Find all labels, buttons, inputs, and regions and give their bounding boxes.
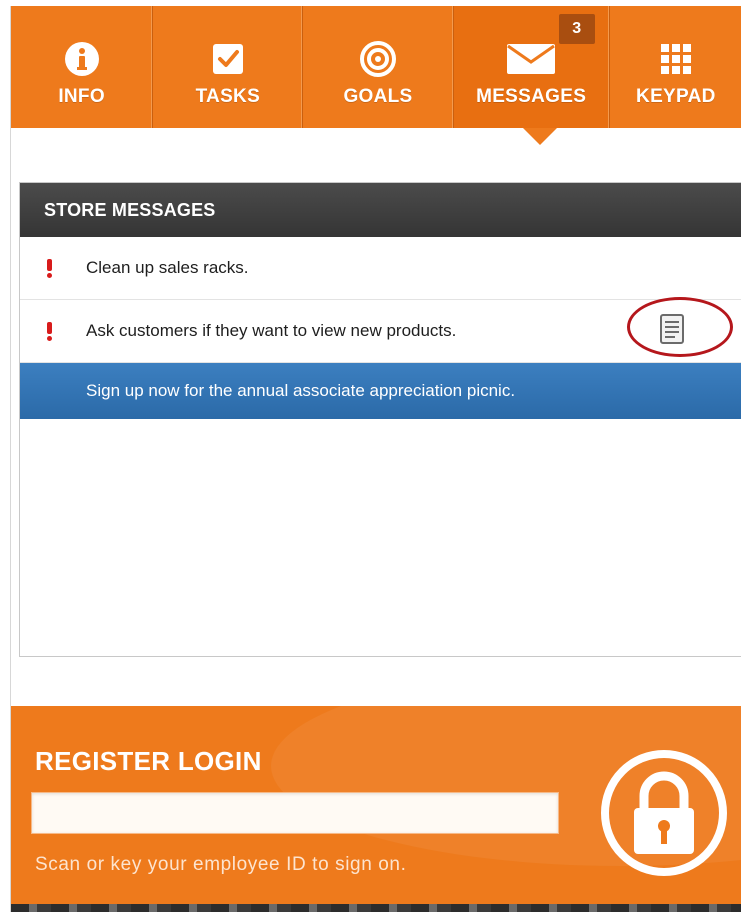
torn-edge	[11, 904, 741, 912]
top-nav: INFO TASKS GOALS 3 MESSAGES KEYPAD	[11, 6, 741, 128]
envelope-icon	[506, 36, 556, 82]
keypad-icon	[660, 36, 691, 82]
tab-label: INFO	[58, 86, 105, 107]
document-icon[interactable]	[660, 314, 684, 344]
panel-title: STORE MESSAGES	[20, 183, 741, 237]
tab-label: GOALS	[343, 86, 413, 107]
priority-alert-icon	[44, 321, 54, 341]
tab-label: TASKS	[195, 86, 261, 107]
target-icon	[359, 36, 396, 82]
message-text: Ask customers if they want to view new p…	[86, 321, 457, 340]
priority-alert-icon	[44, 258, 54, 278]
tab-keypad[interactable]: KEYPAD	[610, 6, 741, 128]
active-tab-pointer	[523, 128, 557, 145]
tab-label: MESSAGES	[476, 86, 587, 107]
tab-messages[interactable]: 3 MESSAGES	[453, 6, 610, 128]
tab-info[interactable]: INFO	[11, 6, 154, 128]
employee-id-input[interactable]	[31, 792, 559, 834]
tab-tasks[interactable]: TASKS	[153, 6, 304, 128]
login-title: REGISTER LOGIN	[35, 746, 262, 776]
app-frame: INFO TASKS GOALS 3 MESSAGES KEYPAD STORE…	[10, 6, 741, 912]
login-hint: Scan or key your employee ID to sign on.	[35, 854, 407, 875]
message-text: Clean up sales racks.	[86, 258, 249, 277]
checkbox-icon	[212, 36, 244, 82]
tab-label: KEYPAD	[636, 86, 716, 107]
lock-icon[interactable]	[599, 748, 729, 878]
message-row[interactable]: Clean up sales racks.	[20, 237, 741, 300]
store-messages-panel: STORE MESSAGES Clean up sales racks. Ask…	[19, 182, 741, 657]
info-icon	[64, 36, 100, 82]
message-text: Sign up now for the annual associate app…	[86, 381, 516, 400]
message-count-badge: 3	[558, 14, 595, 44]
tab-goals[interactable]: GOALS	[303, 6, 454, 128]
message-row-selected[interactable]: Sign up now for the annual associate app…	[20, 363, 741, 419]
register-login-panel: REGISTER LOGIN Scan or key your employee…	[11, 706, 741, 912]
message-row[interactable]: Ask customers if they want to view new p…	[20, 297, 741, 363]
